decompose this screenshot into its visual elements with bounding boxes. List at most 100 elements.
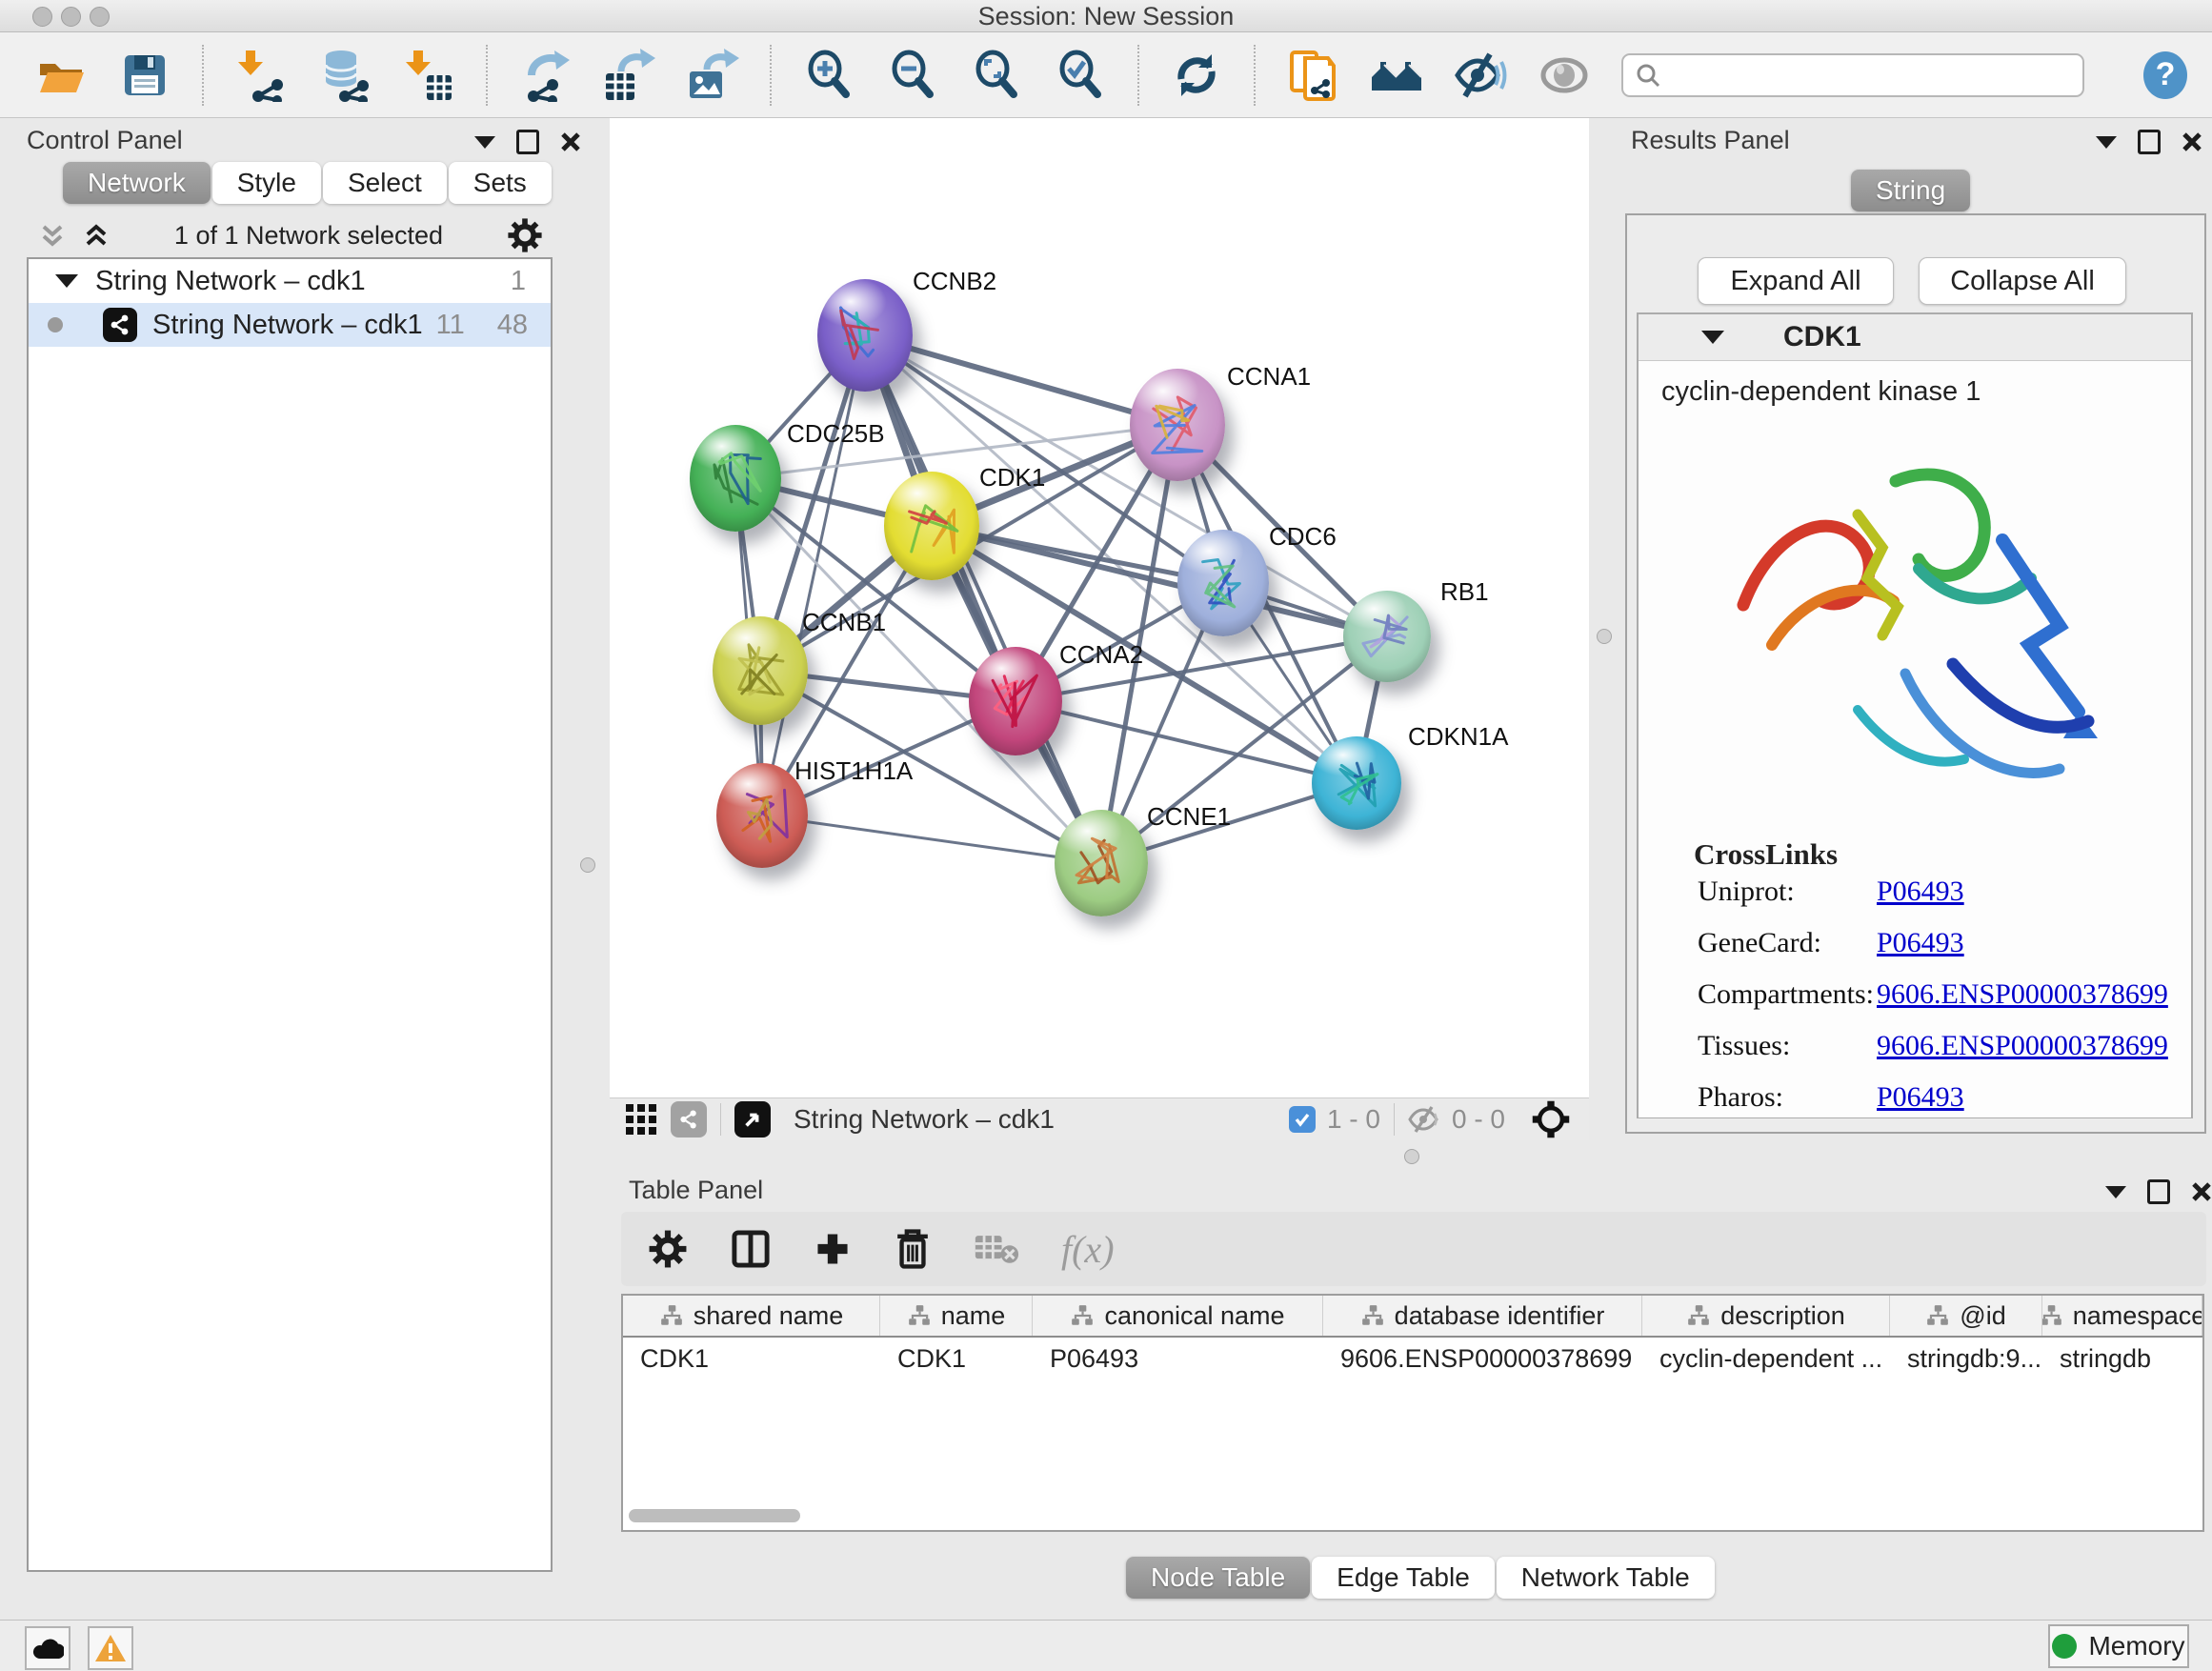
save-session-icon[interactable]: [118, 49, 171, 102]
open-session-icon[interactable]: [34, 49, 88, 102]
network-icon-badge[interactable]: [671, 1101, 707, 1137]
zoom-fit-icon[interactable]: [970, 49, 1023, 102]
network-node-cdkn1a[interactable]: [1312, 736, 1401, 830]
horizontal-splitter-handle[interactable]: [1404, 1149, 1419, 1164]
cloud-button[interactable]: [25, 1626, 70, 1670]
panel-close-icon[interactable]: [560, 131, 581, 152]
table-cell[interactable]: 9606.ENSP00000378699: [1323, 1344, 1642, 1374]
column-header-canonical-name[interactable]: canonical name: [1033, 1296, 1323, 1336]
import-network-file-icon[interactable]: [234, 49, 288, 102]
table-cell[interactable]: cyclin-dependent ...: [1642, 1344, 1890, 1374]
panel-float-icon[interactable]: [516, 130, 539, 154]
tab-style[interactable]: Style: [212, 162, 321, 204]
network-edge[interactable]: [762, 335, 865, 815]
detach-view-icon[interactable]: [734, 1101, 771, 1137]
help-button[interactable]: ?: [2143, 51, 2187, 99]
export-network-icon[interactable]: [518, 49, 572, 102]
memory-button[interactable]: Memory: [2048, 1624, 2189, 1668]
table-options-gear-icon[interactable]: [648, 1229, 688, 1269]
expand-all-chevron-icon[interactable]: [82, 221, 111, 250]
delete-table-icon[interactable]: [974, 1232, 1019, 1266]
home-pages-icon[interactable]: [1370, 49, 1423, 102]
import-table-file-icon[interactable]: [402, 49, 455, 102]
crosslink-link[interactable]: P06493: [1877, 927, 1964, 959]
panel-float-icon[interactable]: [2147, 1179, 2170, 1204]
show-results-eye-icon[interactable]: [1538, 49, 1591, 102]
tree-expander-icon[interactable]: [55, 274, 78, 288]
selected-checkbox-icon[interactable]: [1289, 1106, 1316, 1133]
network-node-ccna1[interactable]: [1130, 369, 1225, 481]
zoom-out-icon[interactable]: [886, 49, 939, 102]
table-cell[interactable]: CDK1: [623, 1344, 880, 1374]
apply-layout-refresh-icon[interactable]: [1170, 49, 1223, 102]
warning-button[interactable]: [88, 1626, 133, 1670]
panel-float-icon[interactable]: [2138, 130, 2161, 154]
table-row[interactable]: CDK1CDK1P064939606.ENSP00000378699cyclin…: [623, 1338, 2202, 1379]
export-table-icon[interactable]: [602, 49, 655, 102]
show-columns-icon[interactable]: [730, 1228, 772, 1270]
string-app-icon[interactable]: [1286, 49, 1339, 102]
search-input[interactable]: [1669, 59, 2071, 91]
network-view-canvas[interactable]: CCNB2CCNA1CDC25BCDK1CDC6RB1CCNB1CCNA2CDK…: [610, 118, 1589, 1097]
delete-column-trash-icon[interactable]: [894, 1228, 932, 1270]
network-node-ccne1[interactable]: [1055, 810, 1148, 916]
tab-edge-table[interactable]: Edge Table: [1312, 1557, 1495, 1599]
table-cell[interactable]: stringdb: [2042, 1344, 2202, 1374]
right-splitter-handle[interactable]: [1597, 629, 1612, 644]
left-splitter-handle[interactable]: [580, 857, 595, 873]
crosslink-link[interactable]: P06493: [1877, 1081, 1964, 1114]
network-node-cdk1[interactable]: [884, 472, 979, 580]
network-node-ccnb1[interactable]: [713, 616, 808, 725]
crosslink-link[interactable]: 9606.ENSP00000378699: [1877, 1030, 2168, 1062]
tab-select[interactable]: Select: [323, 162, 447, 204]
network-node-ccnb2[interactable]: [817, 279, 913, 392]
network-node-cdc25b[interactable]: [690, 425, 781, 532]
column-header-description[interactable]: description: [1642, 1296, 1890, 1336]
zoom-selected-icon[interactable]: [1054, 49, 1107, 102]
panel-close-icon[interactable]: [2191, 1181, 2212, 1202]
network-edge[interactable]: [762, 815, 1101, 863]
expand-all-button[interactable]: Expand All: [1698, 257, 1894, 305]
search-box[interactable]: [1621, 53, 2084, 97]
tab-string-results[interactable]: String: [1851, 170, 1970, 211]
export-image-icon[interactable]: [686, 49, 739, 102]
network-collection-row[interactable]: String Network – cdk1 1: [29, 259, 551, 303]
collapse-all-chevron-icon[interactable]: [38, 221, 67, 250]
function-builder-icon[interactable]: f(x): [1061, 1227, 1115, 1272]
zoom-in-icon[interactable]: [802, 49, 855, 102]
horizontal-scrollbar-thumb[interactable]: [629, 1509, 800, 1522]
column-header-shared-name[interactable]: shared name: [623, 1296, 880, 1336]
table-cell[interactable]: stringdb:9...: [1890, 1344, 2042, 1374]
panel-menu-icon[interactable]: [2105, 1186, 2126, 1198]
panel-close-icon[interactable]: [2182, 131, 2202, 152]
birds-eye-target-icon[interactable]: [1530, 1098, 1572, 1140]
hide-results-eye-slash-icon[interactable]: [1454, 49, 1507, 102]
network-options-gear-icon[interactable]: [507, 217, 543, 253]
collapse-all-button[interactable]: Collapse All: [1919, 257, 2126, 305]
network-edge[interactable]: [1016, 701, 1357, 783]
table-cell[interactable]: P06493: [1033, 1344, 1323, 1374]
column-header--id[interactable]: @id: [1890, 1296, 2042, 1336]
network-row[interactable]: String Network – cdk1 11 48: [29, 303, 551, 347]
hidden-eye-slash-icon[interactable]: [1408, 1105, 1442, 1134]
add-column-icon[interactable]: [814, 1230, 852, 1268]
column-header-namespace[interactable]: namespace: [2042, 1296, 2202, 1336]
panel-menu-icon[interactable]: [474, 136, 495, 149]
crosslink-link[interactable]: 9606.ENSP00000378699: [1877, 978, 2168, 1011]
tab-node-table[interactable]: Node Table: [1126, 1557, 1310, 1599]
grid-view-icon[interactable]: [625, 1103, 657, 1136]
network-node-ccna2[interactable]: [969, 647, 1062, 755]
tab-network-table[interactable]: Network Table: [1497, 1557, 1715, 1599]
section-expander-icon[interactable]: [1701, 331, 1724, 344]
column-header-database-identifier[interactable]: database identifier: [1323, 1296, 1642, 1336]
tab-sets[interactable]: Sets: [449, 162, 552, 204]
import-network-database-icon[interactable]: [318, 49, 372, 102]
panel-menu-icon[interactable]: [2096, 136, 2117, 149]
table-cell[interactable]: CDK1: [880, 1344, 1033, 1374]
network-node-cdc6[interactable]: [1177, 530, 1269, 636]
column-header-name[interactable]: name: [880, 1296, 1033, 1336]
crosslink-link[interactable]: P06493: [1877, 876, 1964, 908]
gene-section-header[interactable]: CDK1: [1639, 314, 2191, 361]
node-table[interactable]: shared namenamecanonical namedatabase id…: [621, 1294, 2204, 1532]
tab-network[interactable]: Network: [63, 162, 211, 204]
